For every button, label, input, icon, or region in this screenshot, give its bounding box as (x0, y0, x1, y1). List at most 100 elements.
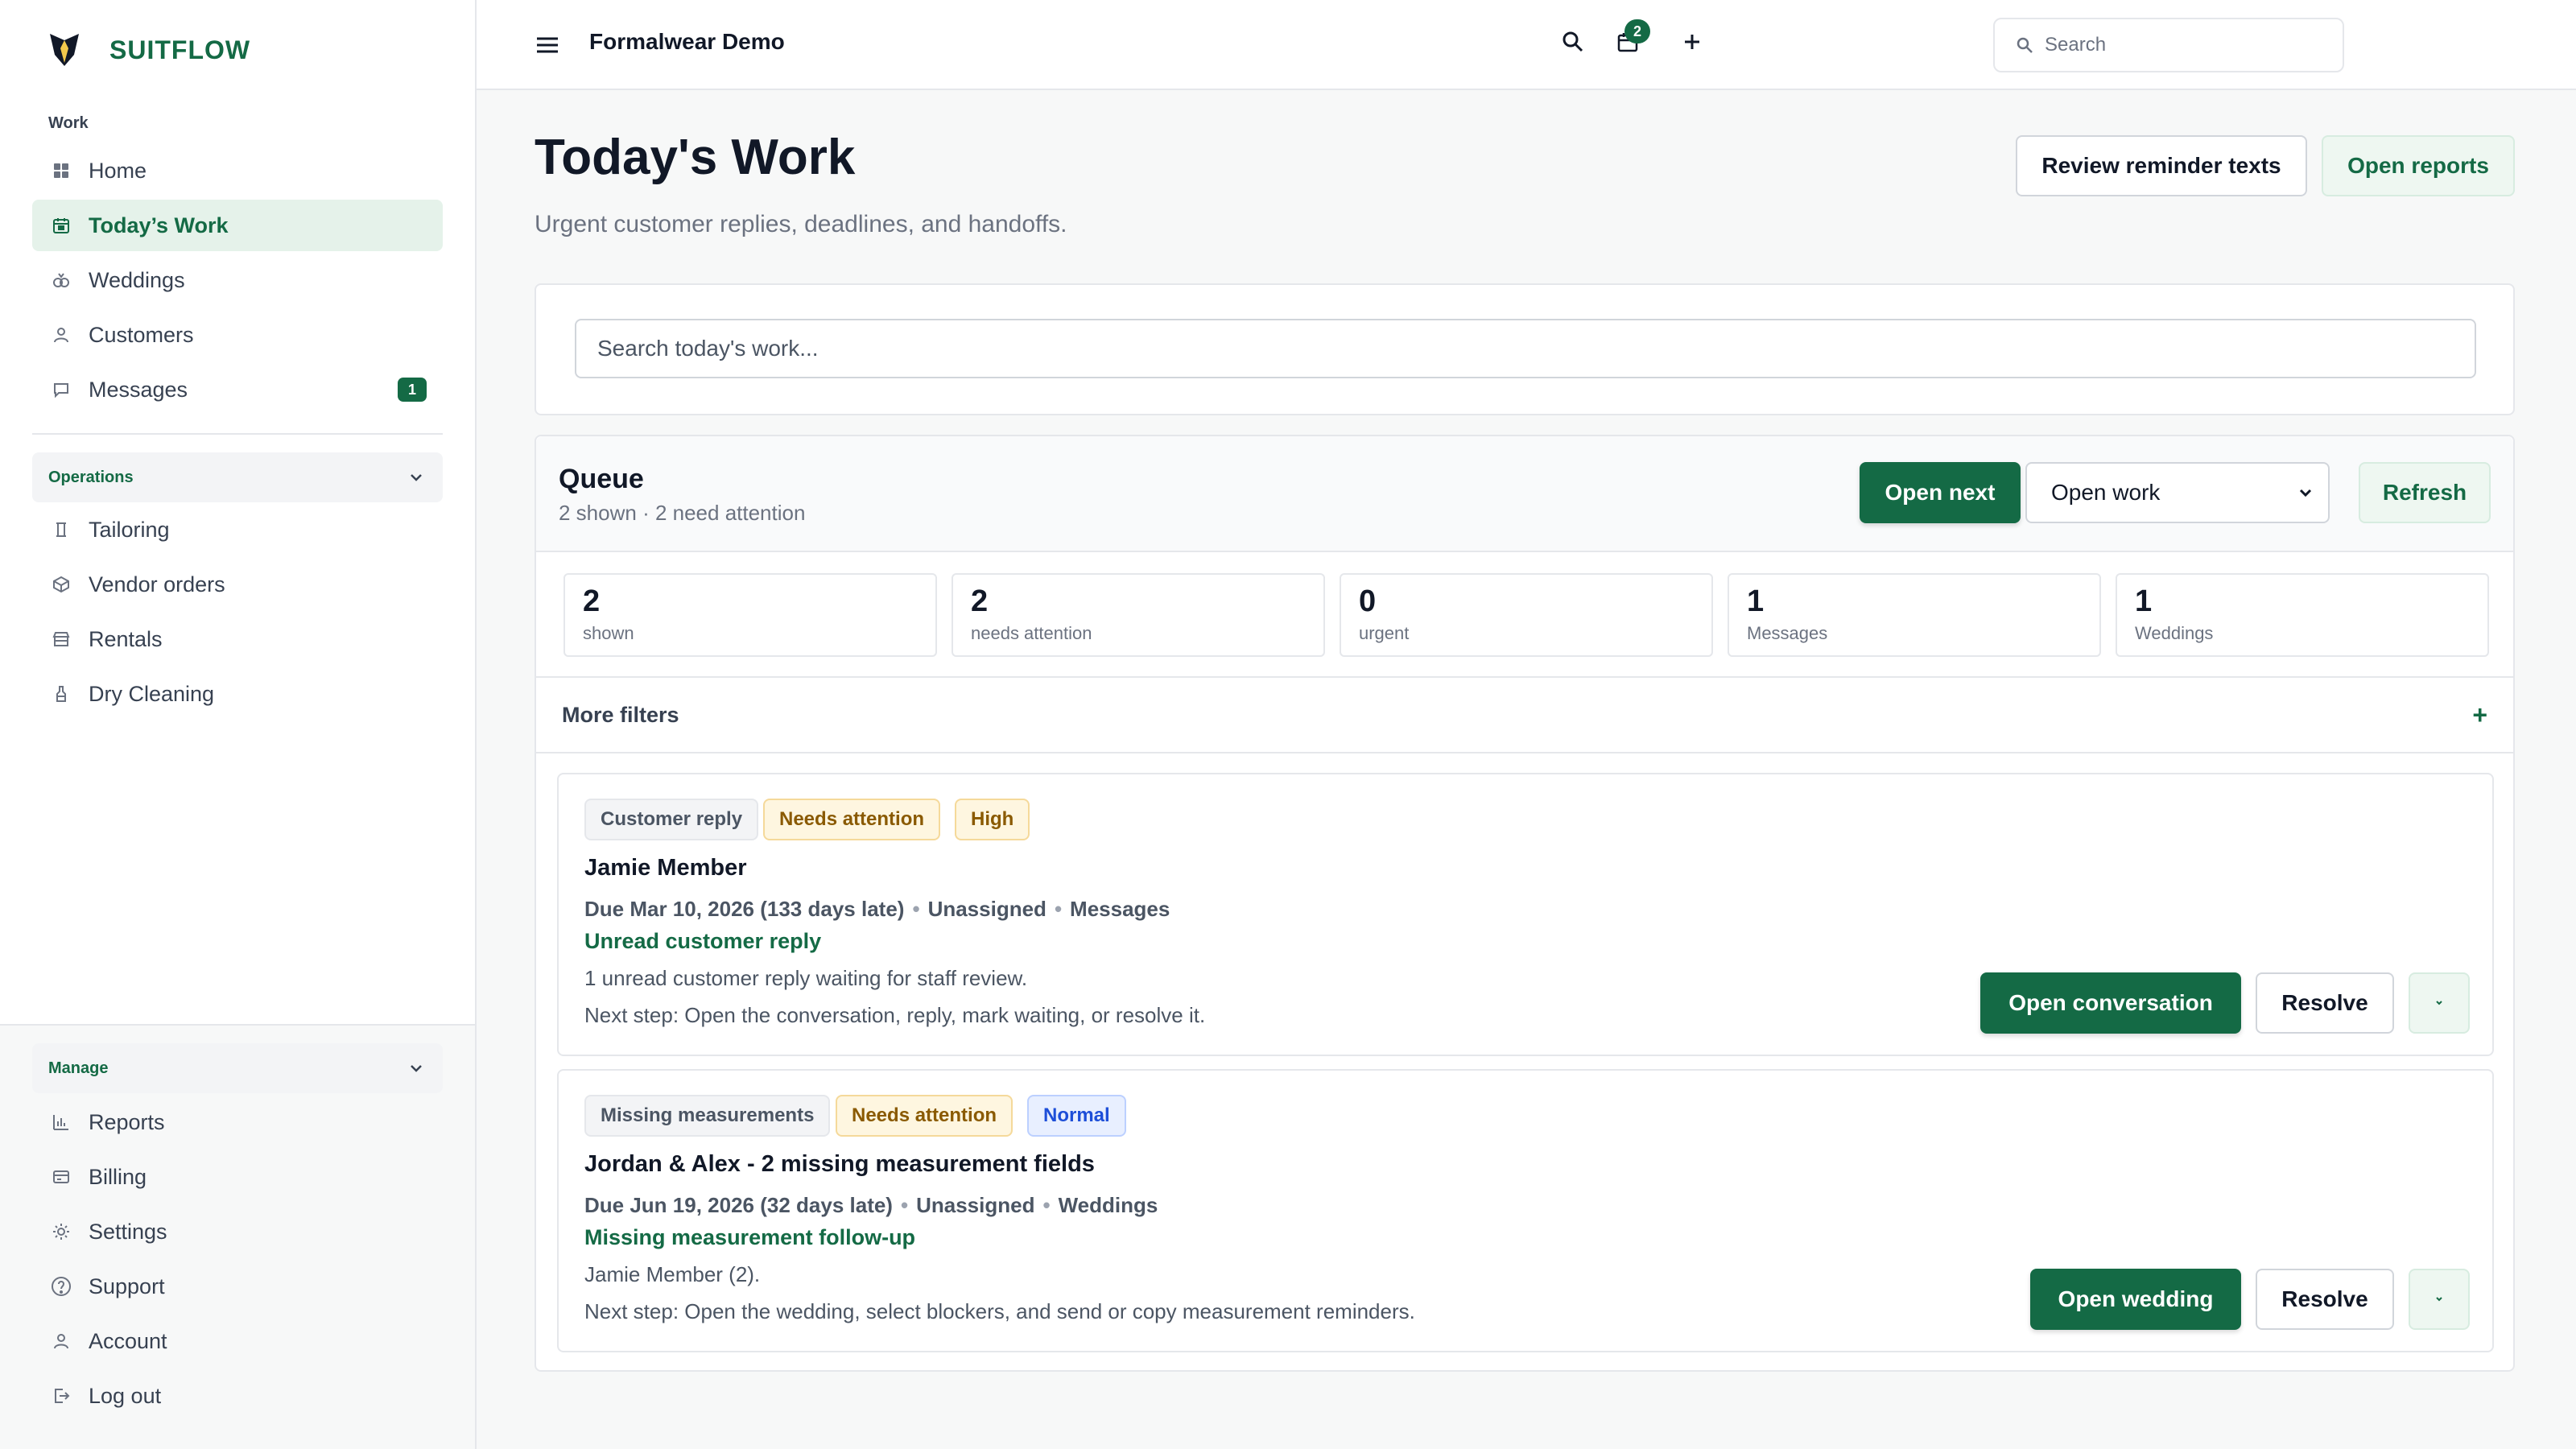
top-bar: Formalwear Demo 2 (477, 0, 2576, 90)
queue-card: Queue 2 shown · 2 need attention Open ne… (535, 435, 2515, 1372)
sidebar-item-reports[interactable]: Reports (32, 1096, 443, 1148)
sidebar-item-log-out[interactable]: Log out (32, 1370, 443, 1422)
search-icon (2017, 37, 2033, 53)
stat-value: 1 (2135, 584, 2153, 618)
stat-shown: 2 shown (564, 573, 937, 657)
review-reminder-texts-button[interactable]: Review reminder texts (2016, 135, 2307, 196)
sidebar-item-dry-cleaning[interactable]: Dry Cleaning (32, 668, 443, 720)
sidebar: SUITFLOW Work Home Today’s Work Weddings… (0, 0, 477, 1449)
sidebar-item-account[interactable]: Account (32, 1315, 443, 1367)
box-icon (50, 573, 72, 596)
item-assignee: Unassigned (916, 1193, 1035, 1217)
global-search[interactable] (1993, 18, 2344, 72)
item-next-step: Next step: Open the wedding, select bloc… (584, 1299, 1415, 1323)
queue-header: Queue 2 shown · 2 need attention Open ne… (536, 436, 2513, 552)
sidebar-item-label: Dry Cleaning (89, 681, 215, 706)
search-card (535, 283, 2515, 415)
add-button[interactable] (1676, 26, 1708, 58)
work-section-label: Work (48, 114, 89, 132)
manage-group-toggle[interactable]: Manage (32, 1043, 443, 1093)
queue-view-select-value: Open work (2051, 480, 2161, 505)
more-actions-button[interactable] (2409, 972, 2470, 1034)
sidebar-item-label: Tailoring (89, 517, 170, 542)
sidebar-item-todays-work[interactable]: Today’s Work (32, 200, 443, 251)
item-assignee: Unassigned (927, 897, 1046, 921)
stat-caption: Weddings (2135, 623, 2214, 643)
global-search-input[interactable] (2045, 34, 2334, 56)
chevron-down-icon (411, 1065, 422, 1072)
grid-icon (50, 159, 72, 182)
cleaning-icon (50, 683, 72, 705)
person-icon (50, 1330, 72, 1352)
rings-icon (50, 269, 72, 291)
work-search-field[interactable] (575, 319, 2476, 378)
more-actions-button[interactable] (2409, 1269, 2470, 1330)
sidebar-item-tailoring[interactable]: Tailoring (32, 504, 443, 555)
sidebar-item-rentals[interactable]: Rentals (32, 613, 443, 665)
sidebar-item-messages[interactable]: Messages 1 (32, 364, 443, 415)
item-reason: Unread customer reply (584, 929, 822, 953)
chevron-down-icon (2436, 1297, 2442, 1302)
priority-tag: Normal (1027, 1095, 1126, 1137)
queue-item: Customer reply Needs attention High Jami… (557, 773, 2494, 1056)
sidebar-item-label: Today’s Work (89, 213, 229, 237)
resolve-button[interactable]: Resolve (2256, 972, 2394, 1034)
queue-item: Missing measurements Needs attention Nor… (557, 1069, 2494, 1352)
item-title: Jordan & Alex - 2 missing measurement fi… (584, 1151, 1095, 1177)
sidebar-item-customers[interactable]: Customers (32, 309, 443, 361)
more-filters-label: More filters (562, 702, 679, 727)
sidebar-item-settings[interactable]: Settings (32, 1206, 443, 1257)
store-icon (50, 628, 72, 650)
notifications-button[interactable]: 2 (1612, 19, 1650, 58)
chevron-down-icon (411, 474, 422, 481)
app-title: Formalwear Demo (589, 29, 785, 54)
stat-caption: needs attention (971, 623, 1092, 643)
sidebar-item-label: Weddings (89, 267, 185, 292)
menu-toggle-button[interactable] (533, 31, 562, 60)
stat-messages: 1 Messages (1728, 573, 2101, 657)
sidebar-item-home[interactable]: Home (32, 145, 443, 196)
sidebar-item-support[interactable]: Support (32, 1261, 443, 1312)
item-area: Weddings (1058, 1193, 1158, 1217)
refresh-button[interactable]: Refresh (2359, 462, 2491, 523)
spool-icon (50, 518, 72, 541)
operations-group-toggle[interactable]: Operations (32, 452, 443, 502)
resolve-button[interactable]: Resolve (2256, 1269, 2394, 1330)
hamburger-icon (537, 37, 558, 53)
status-tag: Needs attention (763, 799, 941, 840)
chat-icon (50, 378, 72, 401)
queue-summary: 2 shown · 2 need attention (559, 501, 806, 525)
item-due: Due Jun 19, 2026 (32 days late) (584, 1193, 893, 1217)
sidebar-divider (32, 433, 443, 435)
open-wedding-button[interactable]: Open wedding (2030, 1269, 2241, 1330)
stat-value: 2 (583, 584, 601, 618)
stat-value: 0 (1359, 584, 1377, 618)
sidebar-item-weddings[interactable]: Weddings (32, 254, 443, 306)
sidebar-item-billing[interactable]: Billing (32, 1151, 443, 1203)
sun-gear-icon (50, 1220, 72, 1243)
sidebar-item-label: Account (89, 1328, 167, 1353)
sidebar-item-vendor-orders[interactable]: Vendor orders (32, 559, 443, 610)
item-due: Due Mar 10, 2026 (133 days late) (584, 897, 905, 921)
work-search-input[interactable] (597, 336, 2475, 361)
open-conversation-button[interactable]: Open conversation (1980, 972, 2241, 1034)
plus-icon: + (2472, 700, 2487, 729)
queue-view-select[interactable]: Open work (2025, 462, 2330, 523)
logo-icon (50, 34, 79, 66)
sidebar-item-label: Billing (89, 1164, 147, 1189)
sidebar-item-label: Support (89, 1274, 165, 1298)
stat-urgent: 0 urgent (1340, 573, 1713, 657)
type-tag: Customer reply (584, 799, 759, 840)
bar-chart-icon (50, 1111, 72, 1133)
search-button[interactable] (1557, 26, 1589, 58)
open-reports-button[interactable]: Open reports (2322, 135, 2515, 196)
page-title: Today's Work (535, 130, 856, 185)
open-next-button[interactable]: Open next (1860, 462, 2021, 523)
stat-weddings: 1 Weddings (2116, 573, 2489, 657)
brand[interactable]: SUITFLOW (47, 31, 250, 69)
stat-caption: shown (583, 623, 634, 643)
stat-needs-attention: 2 needs attention (952, 573, 1325, 657)
queue-title: Queue (559, 464, 644, 494)
stat-value: 1 (1747, 584, 1765, 618)
more-filters-toggle[interactable]: More filters + (536, 676, 2513, 753)
